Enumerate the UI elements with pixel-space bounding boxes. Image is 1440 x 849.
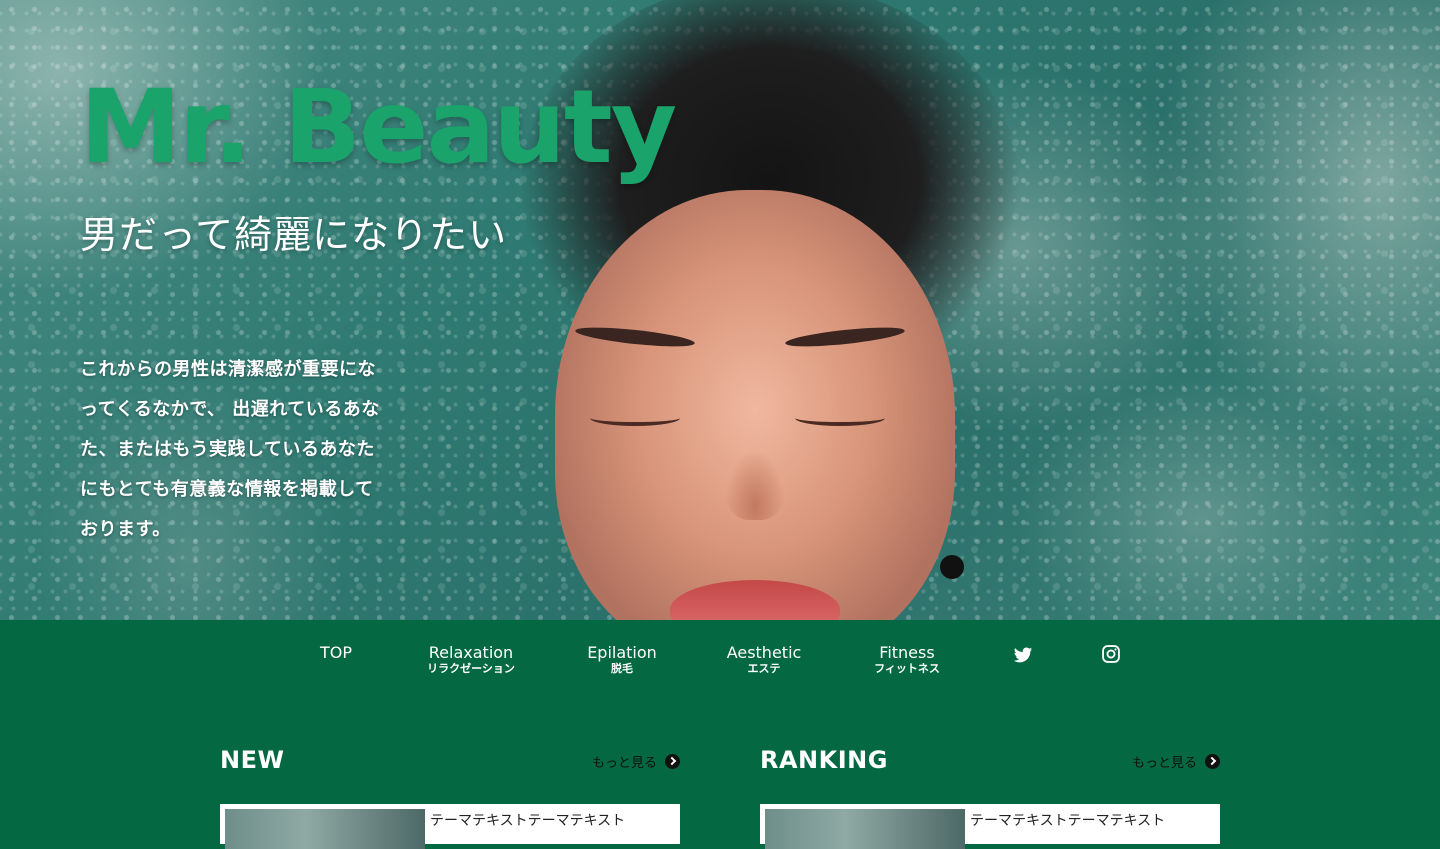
nav-item-aesthetic[interactable]: Aesthetic エステ xyxy=(726,643,802,676)
hero-photo-brow xyxy=(574,323,696,351)
nav-item-label: Epilation xyxy=(587,643,657,662)
hero-section: Mr. Beauty 男だって綺麗になりたい これからの男性は清潔感が重要になっ… xyxy=(0,0,1440,620)
hero-photo-nose xyxy=(725,450,785,520)
article-title: テーマテキストテーマテキスト xyxy=(970,813,1166,829)
nav-item-sublabel: フィットネス xyxy=(874,662,940,675)
new-section-header: NEW もっと見る xyxy=(220,746,680,778)
instagram-icon-glyph xyxy=(1102,645,1120,663)
ranking-section-header: RANKING もっと見る xyxy=(760,746,1220,778)
nav-item-epilation[interactable]: Epilation 脱毛 xyxy=(587,643,657,676)
nav-item-sublabel: エステ xyxy=(747,662,781,675)
article-thumbnail xyxy=(225,809,425,849)
hero-photo-face xyxy=(555,190,955,620)
nav-item-relaxation[interactable]: Relaxation リラクゼーション xyxy=(427,643,515,676)
ranking-section-title: RANKING xyxy=(760,746,888,774)
more-link-label: もっと見る xyxy=(1131,756,1197,771)
nav-item-label: TOP xyxy=(319,643,353,662)
twitter-icon[interactable] xyxy=(1012,644,1034,666)
nav-item-label: Aesthetic xyxy=(726,643,802,662)
nav-item-label: Fitness xyxy=(879,643,935,662)
new-article-card[interactable]: テーマテキストテーマテキスト xyxy=(220,804,680,849)
nav-item-sublabel: リラクゼーション xyxy=(427,662,515,675)
hero-photo-eye xyxy=(590,410,680,426)
article-title: テーマテキストテーマテキスト xyxy=(430,813,626,829)
main-nav: TOP Relaxation リラクゼーション Epilation 脱毛 Aes… xyxy=(0,620,1440,690)
nav-item-label: Relaxation xyxy=(428,643,514,662)
ranking-more-link[interactable]: もっと見る xyxy=(1132,752,1220,771)
site-title: Mr. Beauty xyxy=(80,68,677,187)
site-description: これからの男性は清潔感が重要になってくるなかで、 出遅れているあなた、またはもう… xyxy=(80,359,380,540)
ranking-article-card[interactable]: テーマテキストテーマテキスト xyxy=(760,804,1220,849)
article-thumbnail xyxy=(765,809,965,849)
nav-item-sublabel: 脱毛 xyxy=(610,662,633,675)
new-section-title: NEW xyxy=(220,746,285,774)
more-link-label: もっと見る xyxy=(591,756,657,771)
twitter-icon-glyph xyxy=(1013,647,1033,663)
arrow-right-circle-icon xyxy=(665,754,680,769)
new-more-link[interactable]: もっと見る xyxy=(592,752,680,771)
site-tagline: 男だって綺麗になりたい xyxy=(80,213,508,257)
nav-item-top[interactable]: TOP xyxy=(320,644,352,662)
hero-photo-lips xyxy=(670,580,840,620)
hero-photo-earring xyxy=(940,555,964,579)
nav-item-fitness[interactable]: Fitness フィットネス xyxy=(874,643,940,676)
arrow-right-circle-icon xyxy=(1205,754,1220,769)
instagram-icon[interactable] xyxy=(1101,644,1123,666)
hero-photo-brow xyxy=(784,323,906,351)
hero-photo-eye xyxy=(795,410,885,426)
